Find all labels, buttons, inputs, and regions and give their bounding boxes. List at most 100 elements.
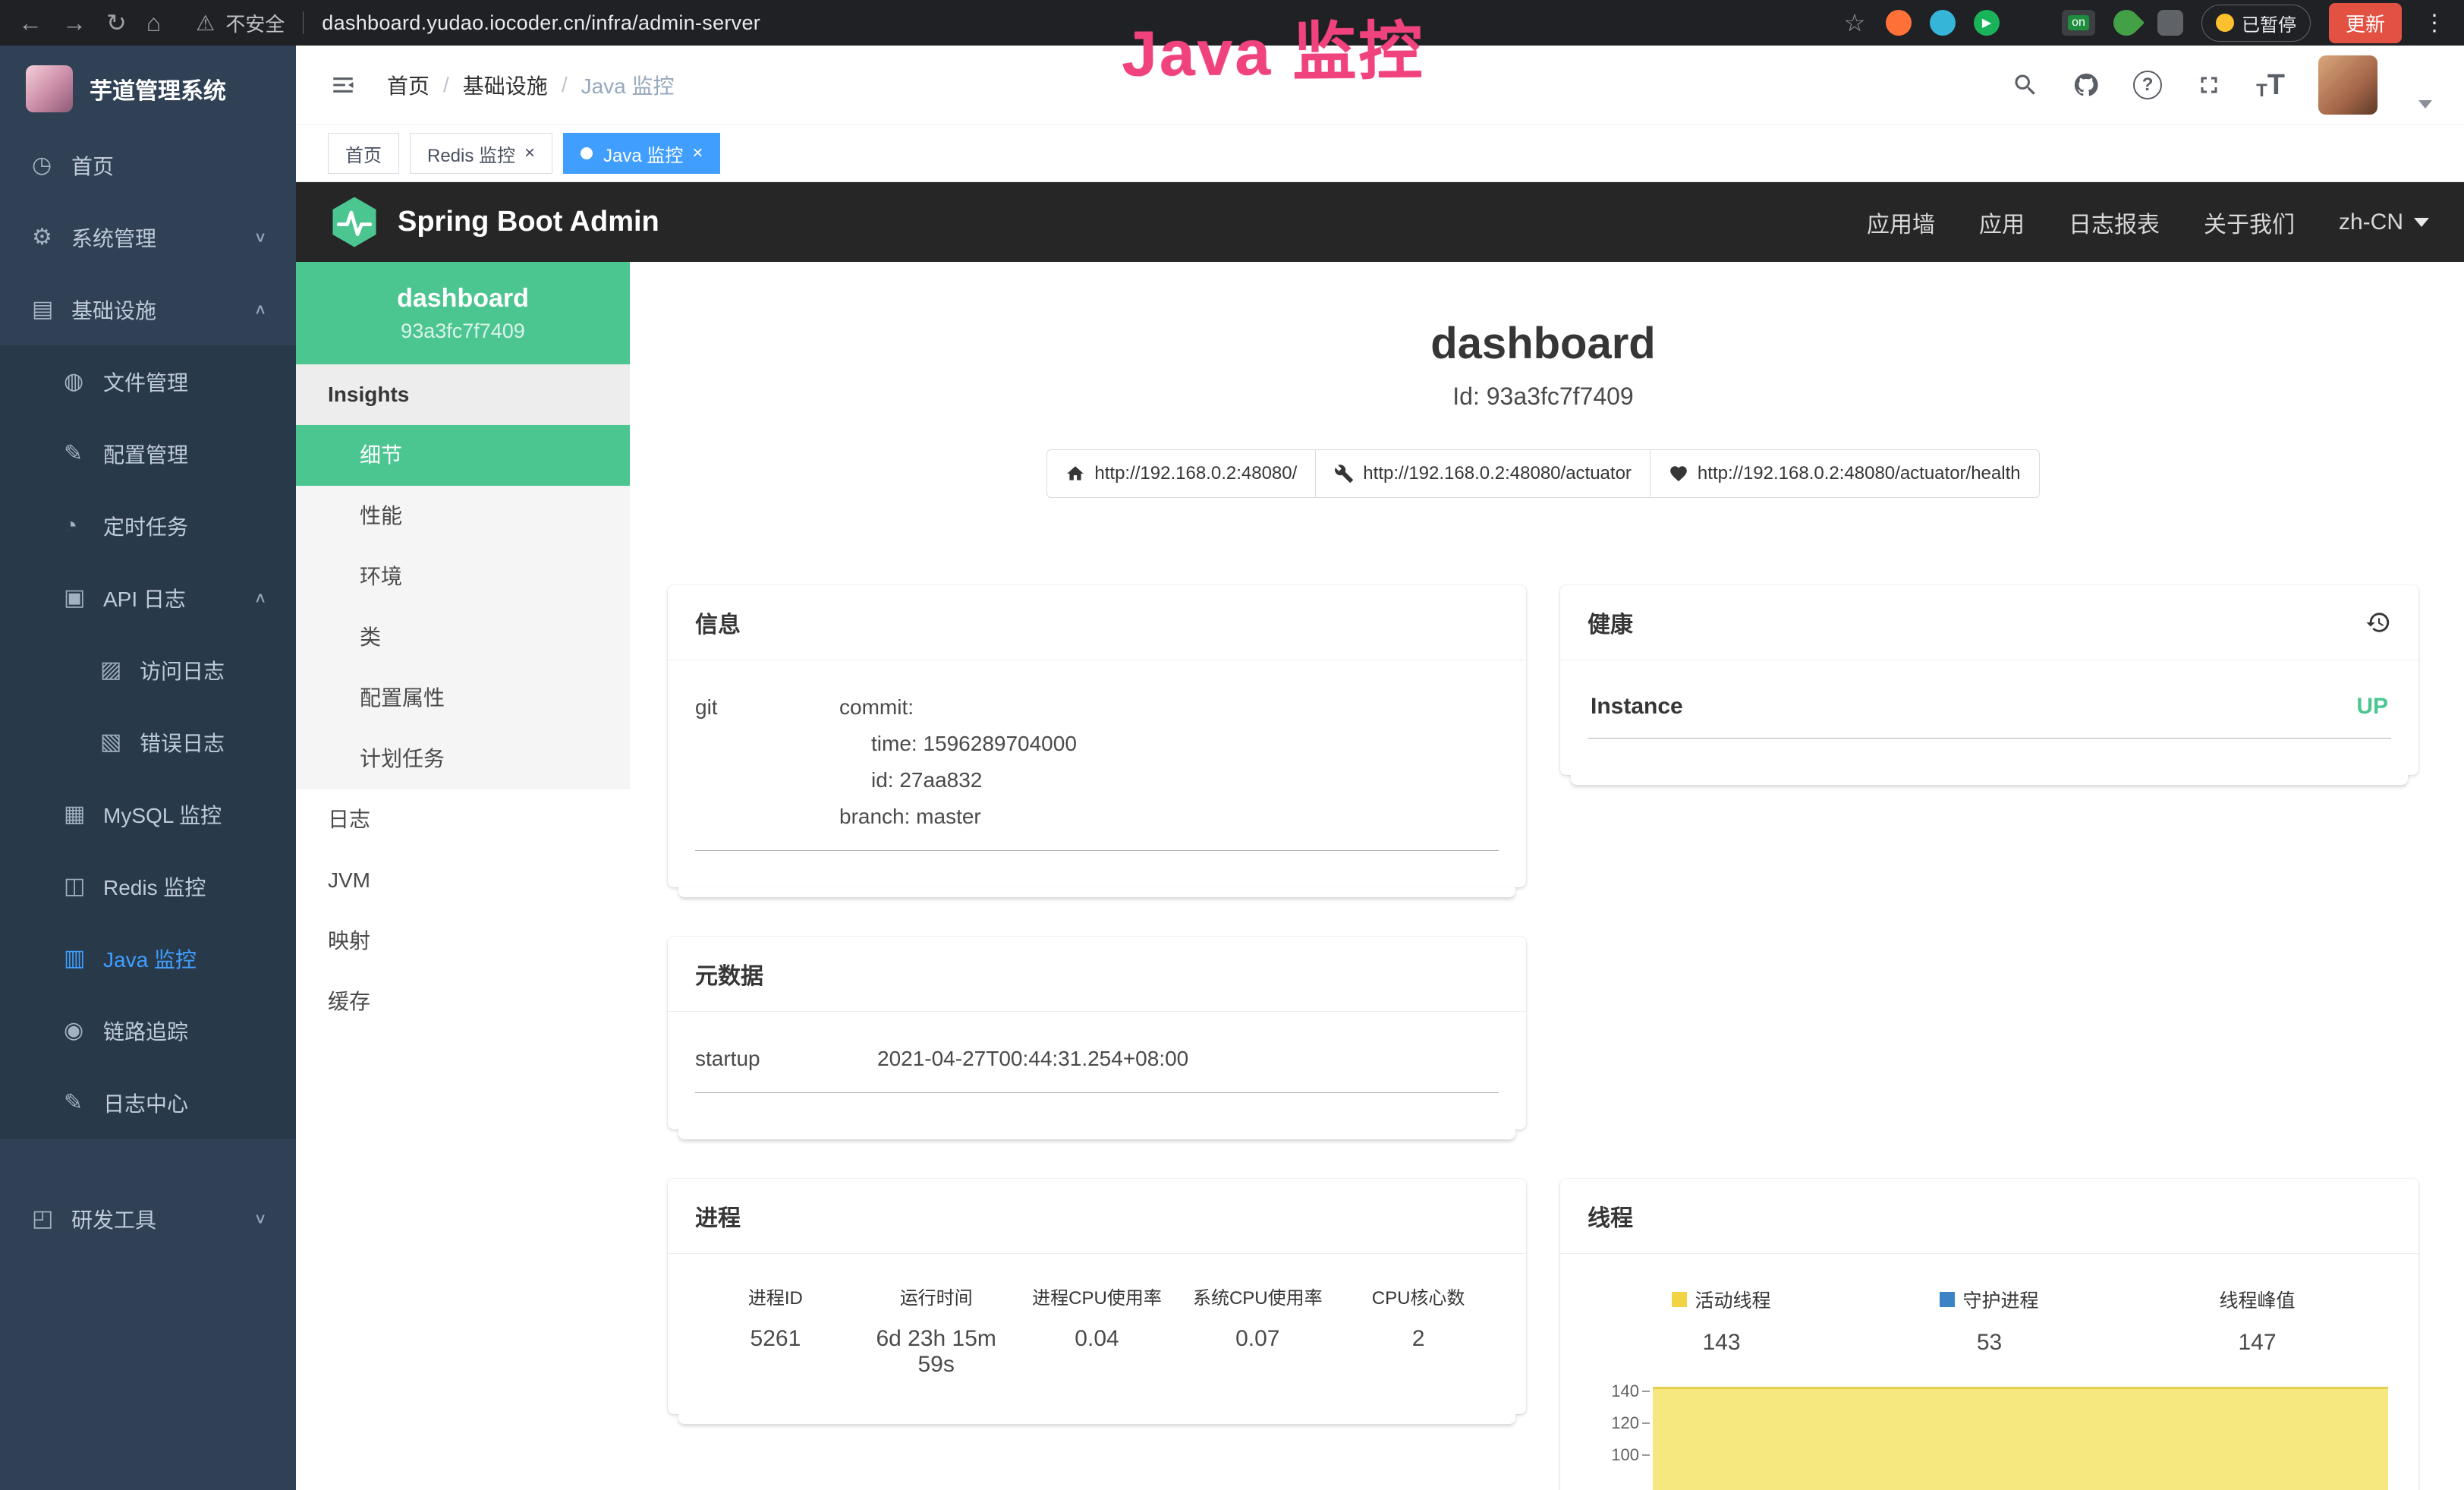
- sidebar-item-redis[interactable]: ◫ Redis 监控: [0, 850, 296, 922]
- sba-nav-applications[interactable]: 应用: [1979, 206, 2025, 239]
- extension-fox-icon[interactable]: [1886, 10, 1912, 36]
- reload-icon[interactable]: ↻: [106, 0, 127, 46]
- service-url-button[interactable]: http://192.168.0.2:48080/: [1046, 449, 1316, 498]
- legend-peak-threads: 线程峰值 147: [2123, 1286, 2391, 1356]
- sba-nav-journal[interactable]: 日志报表: [2069, 206, 2160, 239]
- metadata-card-title: 元数据: [695, 957, 763, 991]
- sba-item-classes[interactable]: 类: [296, 607, 630, 668]
- close-icon[interactable]: ×: [524, 144, 535, 162]
- sidebar-item-home[interactable]: ◷ 首页: [0, 129, 296, 201]
- fold-sidebar-icon[interactable]: [328, 72, 358, 98]
- font-size-icon[interactable]: TT: [2256, 69, 2285, 102]
- actuator-url-button[interactable]: http://192.168.0.2:48080/actuator: [1316, 449, 1651, 498]
- sidebar-item-jobs[interactable]: ◔ 定时任务: [0, 490, 296, 562]
- info-card: 信息 git commit: time: 1596289704000 id: 2…: [668, 585, 1526, 887]
- extensions-puzzle-icon[interactable]: [2157, 10, 2183, 36]
- y-tick-120: 120: [1588, 1413, 1639, 1433]
- update-button[interactable]: 更新: [2329, 3, 2402, 43]
- page-title: dashboard: [668, 315, 2418, 372]
- threads-card: 线程 活动线程 143 守护进程 53: [1560, 1179, 2418, 1490]
- log-file-icon: ▨: [100, 657, 140, 683]
- metric-system-cpu: 系统CPU使用率 0.07: [1177, 1283, 1338, 1378]
- timer-icon: ◔: [64, 513, 103, 539]
- tag-tabs-bar: 首页 Redis 监控 × Java 监控 ×: [296, 125, 2464, 182]
- edit-icon: ✎: [64, 440, 103, 467]
- sba-instance-block[interactable]: dashboard 93a3fc7f7409: [296, 262, 630, 364]
- sidebar-item-access-log[interactable]: ▨ 访问日志: [0, 634, 296, 706]
- forward-icon[interactable]: →: [62, 0, 87, 46]
- sidebar-item-config[interactable]: ✎ 配置管理: [0, 417, 296, 490]
- sba-nav-about[interactable]: 关于我们: [2204, 206, 2295, 239]
- toolbox-icon: ◰: [32, 1205, 71, 1232]
- sidebar-item-tracing[interactable]: ◉ 链路追踪: [0, 994, 296, 1066]
- address-bar[interactable]: ⚠ 不安全 dashboard.yudao.iocoder.cn/infra/a…: [196, 9, 760, 37]
- chrome-menu-icon[interactable]: ⋮: [2423, 10, 2446, 36]
- sba-item-config-props[interactable]: 配置属性: [296, 668, 630, 729]
- health-card: 健康 Instance UP: [1560, 585, 2418, 775]
- sidebar-item-infra[interactable]: ▤ 基础设施 ∧: [0, 273, 296, 345]
- metadata-value: 2021-04-27T00:44:31.254+08:00: [877, 1041, 1499, 1077]
- edit-log-icon: ✎: [64, 1089, 103, 1116]
- sidebar-item-mysql[interactable]: ▦ MySQL 监控: [0, 778, 296, 850]
- threads-legend: 活动线程 143 守护进程 53 线程峰值 147: [1588, 1286, 2391, 1356]
- search-icon[interactable]: [2012, 71, 2039, 99]
- app-logo-image: [26, 65, 73, 112]
- yellow-swatch-icon: [1672, 1292, 1687, 1307]
- bookmark-star-icon[interactable]: ☆: [1842, 10, 1868, 36]
- sba-header: Spring Boot Admin 应用墙 应用 日志报表 关于我们 zh-CN: [296, 182, 2464, 262]
- extension-grid-icon[interactable]: [2018, 10, 2044, 36]
- sidebar-item-system[interactable]: ⚙ 系统管理 ∨: [0, 201, 296, 273]
- tab-redis-monitor[interactable]: Redis 监控 ×: [410, 133, 552, 174]
- history-icon[interactable]: [2365, 610, 2391, 635]
- sidebar-item-dev-tools[interactable]: ◰ 研发工具 ∨: [0, 1183, 296, 1255]
- extension-leaf-icon[interactable]: [2108, 5, 2145, 41]
- breadcrumb-infra[interactable]: 基础设施: [463, 70, 548, 100]
- health-instance-row[interactable]: Instance UP: [1588, 689, 2391, 739]
- close-icon[interactable]: ×: [692, 144, 703, 162]
- breadcrumb-home[interactable]: 首页: [387, 70, 430, 100]
- header-actions: ? TT: [2012, 55, 2432, 115]
- sidebar-item-log-center[interactable]: ✎ 日志中心: [0, 1066, 296, 1139]
- user-avatar[interactable]: [2318, 55, 2377, 115]
- cloud-icon: ◍: [64, 368, 103, 395]
- metadata-key: startup: [695, 1041, 877, 1077]
- sidebar-item-files[interactable]: ◍ 文件管理: [0, 345, 296, 417]
- avatar-caret-icon[interactable]: [2418, 100, 2432, 109]
- wrench-icon: [1334, 464, 1354, 484]
- tab-home[interactable]: 首页: [328, 133, 399, 174]
- process-metrics: 进程ID 5261 运行时间 6d 23h 15m 59s 进程CPU使用率 0…: [695, 1283, 1499, 1378]
- extension-drop-icon[interactable]: [1930, 10, 1956, 36]
- sba-item-metrics[interactable]: 性能: [296, 486, 630, 547]
- browser-chrome: ← → ↻ ⌂ ⚠ 不安全 dashboard.yudao.iocoder.cn…: [0, 0, 2464, 46]
- monitor-screen-icon: ▥: [64, 945, 103, 972]
- url-text[interactable]: dashboard.yudao.iocoder.cn/infra/admin-s…: [322, 11, 760, 35]
- sba-item-environment[interactable]: 环境: [296, 547, 630, 607]
- chevron-down-icon: ∨: [253, 1210, 267, 1227]
- sba-item-jvm[interactable]: JVM: [296, 850, 630, 911]
- fullscreen-icon[interactable]: [2195, 71, 2223, 99]
- sba-item-details[interactable]: 细节: [296, 425, 630, 486]
- sba-item-mappings[interactable]: 映射: [296, 911, 630, 972]
- extension-on-badge-icon[interactable]: on: [2062, 10, 2095, 36]
- sidebar-item-api-log[interactable]: ▣ API 日志 ∧: [0, 562, 296, 634]
- sidebar-item-java-monitor[interactable]: ▥ Java 监控: [0, 922, 296, 994]
- health-url-button[interactable]: http://192.168.0.2:48080/actuator/health: [1651, 449, 2040, 498]
- home-icon: [1065, 464, 1085, 484]
- instance-label: Instance: [1591, 694, 1683, 720]
- extension-green-icon[interactable]: ▶: [1974, 10, 2000, 36]
- legend-live-threads: 活动线程 143: [1588, 1286, 1855, 1356]
- help-icon[interactable]: ?: [2133, 71, 2162, 99]
- tab-java-monitor[interactable]: Java 监控 ×: [563, 133, 720, 174]
- instance-name: dashboard: [397, 284, 529, 313]
- metric-process-cpu: 进程CPU使用率 0.04: [1017, 1283, 1178, 1378]
- github-icon[interactable]: [2072, 71, 2100, 99]
- back-icon[interactable]: ←: [18, 0, 42, 46]
- paused-badge[interactable]: 已暂停: [2201, 5, 2311, 42]
- sidebar-item-error-log[interactable]: ▧ 错误日志: [0, 706, 296, 778]
- sba-item-logs[interactable]: 日志: [296, 789, 630, 850]
- sba-nav-wallboard[interactable]: 应用墙: [1867, 206, 1935, 239]
- home-icon[interactable]: ⌂: [146, 0, 161, 46]
- language-select[interactable]: zh-CN: [2339, 209, 2429, 235]
- sba-item-scheduled-tasks[interactable]: 计划任务: [296, 729, 630, 789]
- sba-item-caches[interactable]: 缓存: [296, 972, 630, 1032]
